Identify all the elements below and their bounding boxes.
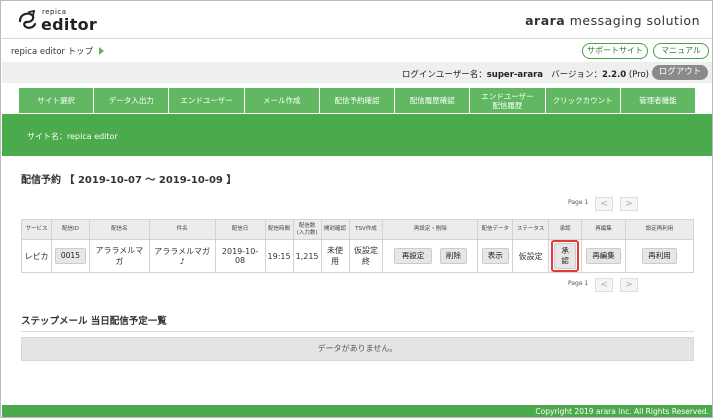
table-row: レピカ 0015 アララメルマガ アララメルマガ♪ 2019-10-08 19:… xyxy=(21,239,694,273)
app-window: repica editor arara messaging solution r… xyxy=(0,0,713,418)
th-reedit: 再編集 xyxy=(581,219,627,240)
cell-tsv: 仮設定終 xyxy=(348,239,384,273)
cell-service: レピカ xyxy=(21,239,52,273)
nav-admin[interactable]: 管理者機能 xyxy=(620,88,695,113)
cell-approve: 承認 xyxy=(548,239,583,273)
manual-button[interactable]: マニュアル xyxy=(653,43,709,59)
divider xyxy=(21,331,694,332)
nav-end-user[interactable]: エンドユーザー xyxy=(169,88,245,113)
breadcrumb-label: repica editor トップ xyxy=(11,47,94,57)
nav-site-select[interactable]: サイト選択 xyxy=(19,88,95,113)
reset-button[interactable]: 再設定 xyxy=(393,248,433,264)
next-page-button-top[interactable]: > xyxy=(620,197,638,211)
cell-open: 未使用 xyxy=(320,239,350,273)
site-bar: サイト名：repica editor xyxy=(2,114,712,156)
cell-reuse: 再利用 xyxy=(625,239,694,273)
cell-name: アララメルマガ xyxy=(88,239,150,273)
page-indicator-bottom: Page 1 xyxy=(568,280,589,287)
brand-bold: arara xyxy=(525,13,566,28)
th-data: 配信データ xyxy=(477,219,514,240)
show-button[interactable]: 表示 xyxy=(481,248,509,264)
id-badge[interactable]: 0015 xyxy=(54,248,86,264)
nav-click-count[interactable]: クリックカウント xyxy=(545,88,621,113)
next-page-button-bottom[interactable]: > xyxy=(620,278,638,292)
nav-data-io[interactable]: データ入出力 xyxy=(94,88,170,113)
header: repica editor arara messaging solution xyxy=(2,2,712,39)
site-name: サイト名：repica editor xyxy=(27,132,118,141)
nav-reservation-check[interactable]: 配信予約確認 xyxy=(319,88,396,113)
support-site-button[interactable]: サポートサイト xyxy=(582,43,648,59)
th-subject: 件名 xyxy=(148,219,216,240)
login-bar: ログインユーザー名：super-arara バージョン：2.2.0 (Pro) … xyxy=(2,62,712,83)
repica-editor-logo[interactable]: repica editor xyxy=(16,8,106,34)
cell-reset: 再設定 削除 xyxy=(382,239,479,273)
cell-id: 0015 xyxy=(50,239,90,273)
nav-end-user-history[interactable]: エンドユーザー 配信履歴 xyxy=(470,88,546,113)
logo-big-text: editor xyxy=(41,15,98,34)
footer: Copyright 2019 arara inc. All Rights Res… xyxy=(2,405,712,417)
reservation-table: サービス 配信ID 配信名 件名 配信日 配信時間 配信数 (入力数) 開封確認… xyxy=(21,219,694,273)
reservation-title: 配信予約 【 2019-10-07 〜 2019-10-09 】 xyxy=(21,175,237,186)
page-indicator-top: Page 1 xyxy=(568,199,589,206)
nav-history-check[interactable]: 配信履歴確認 xyxy=(395,88,471,113)
th-id: 配信ID xyxy=(50,219,90,240)
th-open: 開封確認 xyxy=(320,219,350,240)
th-service: サービス xyxy=(21,219,52,240)
copyright: Copyright 2019 arara inc. All Rights Res… xyxy=(535,407,709,416)
login-user: super-arara xyxy=(486,70,544,80)
version-label: バージョン： xyxy=(551,70,602,80)
approve-highlight: 承認 xyxy=(551,240,580,272)
th-status: ステータス xyxy=(512,219,550,240)
logout-button[interactable]: ログアウト xyxy=(652,65,708,80)
step-mail-title: ステップメール 当日配信予定一覧 xyxy=(21,316,167,327)
reuse-button[interactable]: 再利用 xyxy=(642,248,677,264)
th-approve: 承認 xyxy=(548,219,583,240)
cell-reedit: 再編集 xyxy=(581,239,627,273)
breadcrumb[interactable]: repica editor トップ xyxy=(11,45,105,57)
cell-time: 19:15 xyxy=(264,239,294,273)
brand-logo: arara messaging solution xyxy=(525,13,700,28)
prev-page-button-top[interactable]: < xyxy=(595,197,613,211)
cell-subject: アララメルマガ♪ xyxy=(148,239,216,273)
cell-date: 2019-10-08 xyxy=(214,239,266,273)
nav-mail-create[interactable]: メール作成 xyxy=(244,88,320,113)
table-header-row: サービス 配信ID 配信名 件名 配信日 配信時間 配信数 (入力数) 開封確認… xyxy=(21,219,694,240)
delete-button[interactable]: 削除 xyxy=(439,248,467,264)
th-date: 配信日 xyxy=(214,219,266,240)
th-time: 配信時間 xyxy=(264,219,294,240)
th-tsv: TSV作成 xyxy=(348,219,384,240)
prev-page-button-bottom[interactable]: < xyxy=(595,278,613,292)
cell-data: 表示 xyxy=(477,239,514,273)
cell-status: 仮設定 xyxy=(512,239,550,273)
th-reset: 再設定・削除 xyxy=(382,219,479,240)
th-reuse: 設定再利用 xyxy=(625,219,694,240)
reedit-button[interactable]: 再編集 xyxy=(586,248,621,264)
no-data-message: データがありません。 xyxy=(21,337,694,361)
approve-button[interactable]: 承認 xyxy=(554,243,577,269)
login-user-label: ログインユーザー名： xyxy=(401,70,487,80)
th-name: 配信名 xyxy=(88,219,150,240)
brand-rest: messaging solution xyxy=(565,13,700,28)
login-info: ログインユーザー名：super-arara バージョン：2.2.0 (Pro) xyxy=(402,68,649,80)
edition: (Pro) xyxy=(626,70,649,80)
cell-count: 1,215 xyxy=(292,239,322,273)
logo-mark-icon xyxy=(18,10,37,29)
play-arrow-icon xyxy=(99,47,105,55)
main-nav: サイト選択 データ入出力 エンドユーザー メール作成 配信予約確認 配信履歴確認… xyxy=(19,88,695,113)
version: 2.2.0 xyxy=(601,70,627,80)
th-count: 配信数 (入力数) xyxy=(292,219,322,240)
